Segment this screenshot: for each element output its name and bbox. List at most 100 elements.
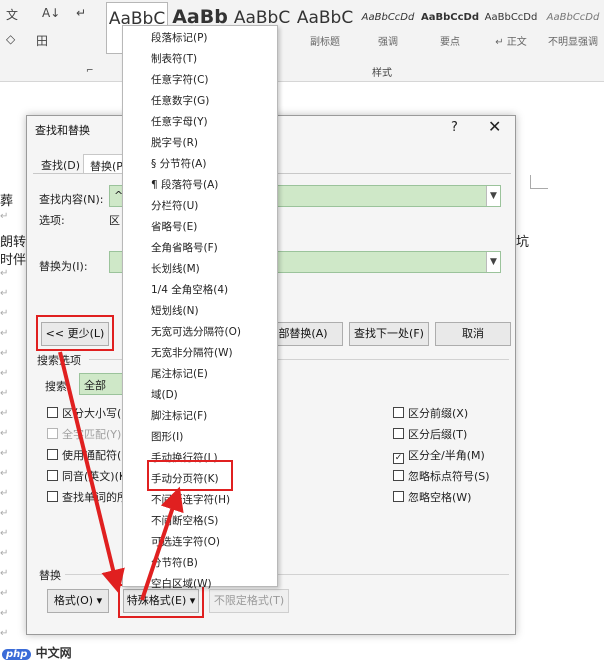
format-button[interactable]: 格式(O) ▾	[47, 589, 109, 613]
highlight-box	[147, 460, 233, 491]
search-direction-select[interactable]: 全部	[79, 373, 127, 395]
paragraph-mark: ↵	[0, 448, 9, 459]
style-caption: 强调	[378, 37, 398, 48]
text-direction-icon[interactable]: 文	[6, 6, 18, 23]
menu-item[interactable]: 尾注标记(E)	[151, 366, 208, 381]
doc-text-right: 坑	[516, 235, 530, 250]
checkbox-ignore-space[interactable]: 忽略空格(W)	[393, 489, 471, 505]
paragraph-mark: ↵	[0, 408, 9, 419]
checkbox-box[interactable]	[47, 491, 58, 502]
menu-item[interactable]: 段落标记(P)	[151, 30, 208, 45]
styles-group-label: 样式	[372, 68, 392, 79]
checkbox-label: 查找单词的所	[62, 491, 128, 504]
replace-with-label: 替换为(I):	[39, 260, 88, 273]
paragraph-mark-icon[interactable]: ↵	[76, 6, 86, 20]
style-caption: 副标题	[310, 37, 340, 48]
menu-item[interactable]: 域(D)	[151, 387, 178, 402]
checkbox-label: 同音(英文)(K	[62, 470, 127, 483]
checkbox-box[interactable]	[393, 407, 404, 418]
menu-item[interactable]: 任意数字(G)	[151, 93, 209, 108]
watermark-text: 中文网	[35, 646, 72, 660]
page-corner-mark	[530, 175, 548, 189]
tab-find[interactable]: 查找(D)	[35, 154, 86, 174]
checkbox-ignore-punctuation[interactable]: 忽略标点符号(S)	[393, 468, 490, 484]
doc-text-line: 朗转	[0, 235, 27, 250]
help-button[interactable]: ?	[451, 120, 458, 135]
style-caption: 不明显强调	[548, 37, 598, 48]
menu-item[interactable]: 不间断空格(S)	[151, 513, 218, 528]
paragraph-mark: ↵	[0, 368, 9, 379]
close-icon[interactable]: ✕	[488, 117, 501, 136]
paragraph-mark: ↵	[0, 528, 9, 539]
menu-item[interactable]: ¶ 段落符号(A)	[151, 177, 218, 192]
paragraph-mark: ↵	[0, 468, 9, 479]
paragraph-mark: ↵	[0, 268, 9, 279]
checkbox-full-half-width[interactable]: ✓ 区分全/半角(M)	[393, 447, 485, 464]
menu-item[interactable]: 脚注标记(F)	[151, 408, 207, 423]
find-what-label: 查找内容(N):	[39, 193, 104, 206]
search-direction-label: 搜索:	[45, 380, 71, 393]
menu-item[interactable]: 全角省略号(F)	[151, 240, 218, 255]
style-caption: 要点	[440, 37, 460, 48]
checkbox-box[interactable]	[47, 449, 58, 460]
checkbox-label: 区分全/半角(M)	[408, 449, 485, 462]
menu-item[interactable]: 1/4 全角空格(4)	[151, 282, 228, 297]
paragraph-mark: ↵	[0, 508, 9, 519]
menu-item[interactable]: 省略号(E)	[151, 219, 197, 234]
menu-item[interactable]: § 分节符(A)	[151, 156, 206, 171]
menu-item[interactable]: 不间断连字符(H)	[151, 492, 230, 507]
menu-item[interactable]: 长划线(M)	[151, 261, 200, 276]
paragraph-mark: ↵	[0, 568, 9, 579]
checkbox-box[interactable]	[47, 470, 58, 481]
checkbox-box[interactable]	[393, 470, 404, 481]
menu-item[interactable]: 分栏符(U)	[151, 198, 198, 213]
menu-item[interactable]: 空白区域(W)	[151, 576, 212, 591]
cancel-button[interactable]: 取消	[435, 322, 511, 346]
checkbox-label: 区分大小写(	[62, 407, 122, 420]
menu-item[interactable]: 无宽非分隔符(W)	[151, 345, 233, 360]
style-sample: AaBbCcDd	[546, 12, 600, 23]
chevron-down-icon[interactable]: ▼	[486, 252, 500, 272]
menu-item[interactable]: 图形(I)	[151, 429, 183, 444]
style-tile-emphasis[interactable]: AaBbCcDd 强调	[358, 2, 418, 54]
menu-item[interactable]: 分节符(B)	[151, 555, 198, 570]
style-sample: AaBbC	[296, 8, 354, 28]
menu-item[interactable]: 任意字符(C)	[151, 72, 209, 87]
borders-icon[interactable]: 田	[36, 32, 48, 49]
style-tile-subtle-emphasis[interactable]: AaBbCcDd 不明显强调	[542, 2, 604, 54]
search-direction-value: 全部	[84, 379, 106, 392]
highlight-box	[36, 315, 114, 351]
menu-item[interactable]: 短划线(N)	[151, 303, 199, 318]
find-next-button[interactable]: 查找下一处(F)	[349, 322, 429, 346]
checkbox-match-suffix[interactable]: 区分后缀(T)	[393, 426, 467, 442]
checkbox-match-case[interactable]: 区分大小写(	[47, 405, 121, 421]
menu-item[interactable]: 无宽可选分隔符(O)	[151, 324, 241, 339]
checkbox-box[interactable]	[393, 491, 404, 502]
shading-icon[interactable]: ◇	[6, 32, 15, 46]
menu-item[interactable]: 可选连字符(O)	[151, 534, 220, 549]
style-tile-subtitle[interactable]: AaBbC 副标题	[294, 2, 356, 54]
checkbox-match-prefix[interactable]: 区分前缀(X)	[393, 405, 468, 421]
style-sample: AaBbCcDd	[421, 12, 479, 23]
menu-item[interactable]: 脱字号(R)	[151, 135, 198, 150]
style-tile-strong[interactable]: AaBbCcDd 要点	[420, 2, 480, 54]
paragraph-mark: ↵	[0, 211, 9, 222]
checkbox-box[interactable]	[393, 428, 404, 439]
checkbox-box[interactable]	[47, 407, 58, 418]
menu-item[interactable]: 制表符(T)	[151, 51, 197, 66]
checkbox-wildcards[interactable]: 使用通配符(	[47, 447, 121, 463]
no-formatting-button: 不限定格式(T)	[209, 589, 289, 613]
chevron-down-icon[interactable]: ▼	[486, 186, 500, 206]
menu-item[interactable]: 任意字母(Y)	[151, 114, 208, 129]
watermark-badge: php	[2, 649, 32, 660]
replace-section-title: 替换	[39, 569, 61, 582]
checkbox-sounds-like[interactable]: 同音(英文)(K	[47, 468, 126, 484]
style-tile-body[interactable]: AaBbCcDd ↵ 正文	[482, 2, 540, 54]
paragraph-mark: ↵	[0, 548, 9, 559]
checkbox-box[interactable]: ✓	[393, 453, 404, 464]
dialog-launcher-icon[interactable]: ⌐	[86, 66, 94, 76]
paragraph-mark: ↵	[0, 608, 9, 619]
checkbox-word-forms[interactable]: 查找单词的所	[47, 489, 128, 505]
sort-icon[interactable]: A↓	[42, 6, 60, 20]
ribbon: 文 A↓ ↵ ◇ 田 ⌐ AaBbC AaBb AaBbC AaBbC 副标题 …	[0, 0, 604, 82]
